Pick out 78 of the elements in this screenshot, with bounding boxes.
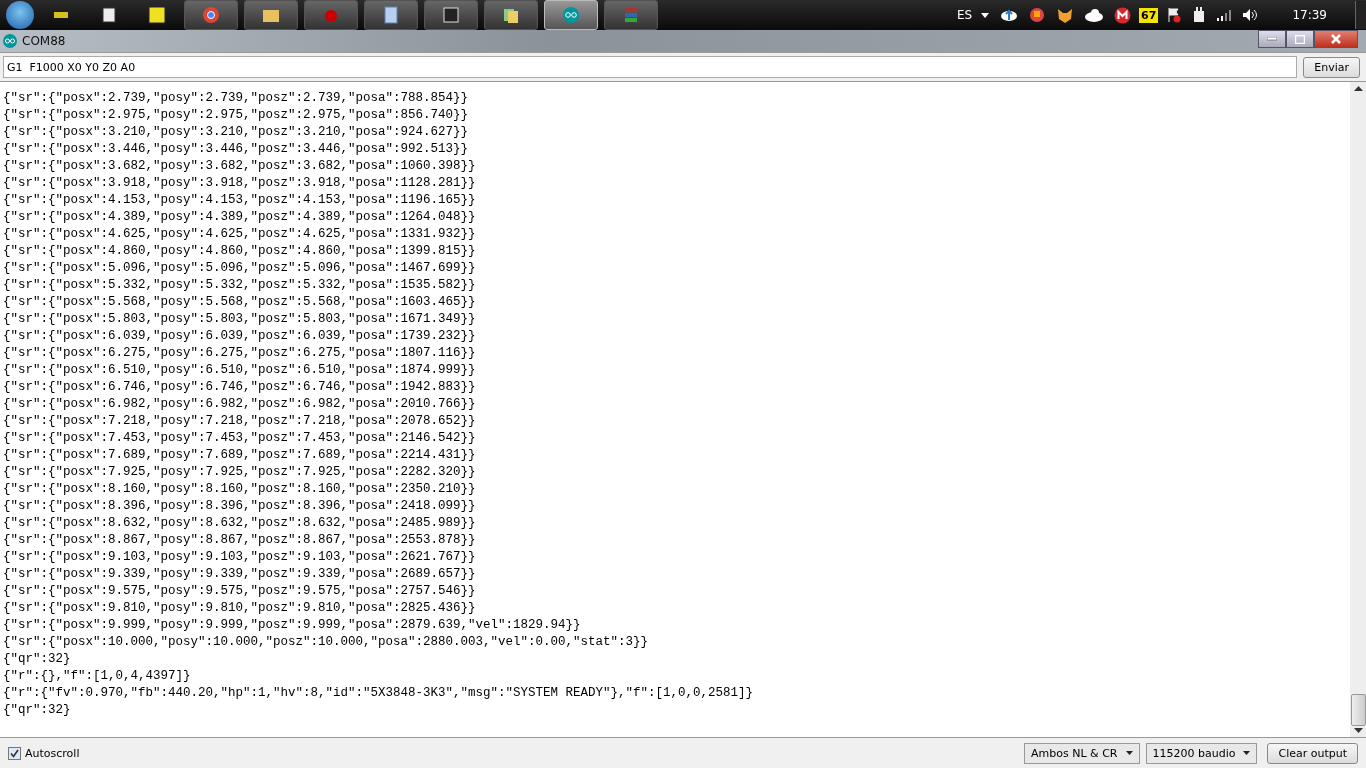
line-ending-dropdown[interactable]: Ambos NL & CR	[1024, 742, 1140, 764]
send-button[interactable]: Enviar	[1303, 56, 1360, 78]
window-title: COM88	[22, 34, 66, 48]
output-line: {"sr":{"posx":9.103,"posy":9.103,"posz":9.103,"posa":2621.767}}	[3, 549, 477, 566]
output-line: {"sr":{"posx":8.632,"posy":8.632,"posz":8.632,"posa":2485.989}}	[3, 515, 477, 532]
output-line: {"sr":{"posx":2.975,"posy":2.975,"posz":2.975,"posa":856.740}}	[3, 107, 470, 124]
output-line: {"sr":{"posx":5.803,"posy":5.803,"posz":5.803,"posa":1671.349}}	[3, 311, 477, 328]
taskbar-button[interactable]	[244, 0, 298, 30]
output-line: {"sr":{"posx":7.925,"posy":7.925,"posz":7.925,"posa":2282.320}}	[3, 464, 477, 481]
output-line: {"qr":32}	[3, 702, 72, 719]
output-line: {"sr":{"posx":4.153,"posy":4.153,"posz":4.153,"posa":1196.165}}	[3, 192, 477, 209]
document-icon	[381, 5, 401, 25]
cloud-icon[interactable]	[1084, 8, 1105, 22]
output-line: {"sr":{"posx":6.275,"posy":6.275,"posz":6.275,"posa":1807.116}}	[3, 345, 477, 362]
output-line: {"sr":{"posx":9.339,"posy":9.339,"posz":9.339,"posa":2689.657}}	[3, 566, 477, 583]
output-line: {"sr":{"posx":3.682,"posy":3.682,"posz":3.682,"posa":1060.398}}	[3, 158, 477, 175]
caret-icon	[1243, 751, 1251, 755]
close-button[interactable]	[1314, 30, 1358, 48]
output-line: {"sr":{"posx":9.810,"posy":9.810,"posz":9.810,"posa":2825.436}}	[3, 600, 477, 617]
notification-badge[interactable]: 67	[1139, 7, 1159, 23]
scroll-down-icon[interactable]	[1353, 728, 1363, 734]
power-plug-icon[interactable]	[1192, 7, 1207, 23]
output-line: {"sr":{"posx":7.689,"posy":7.689,"posz":7.689,"posa":2214.431}}	[3, 447, 477, 464]
infinity-icon	[2, 34, 18, 48]
output-line: {"sr":{"posx":8.396,"posy":8.396,"posz":8.396,"posa":2418.099}}	[3, 498, 477, 515]
command-input-field[interactable]: G1 F1000 X0 Y0 Z0 A0	[3, 56, 1298, 78]
browser-icon	[201, 5, 221, 25]
output-line: {"sr":{"posx":7.218,"posy":7.218,"posz":7.218,"posa":2078.652}}	[3, 413, 477, 430]
terminal-icon	[441, 5, 461, 25]
start-button[interactable]	[6, 1, 34, 29]
minimize-button[interactable]	[1258, 30, 1286, 48]
output-line: {"sr":{"posx":8.160,"posy":8.160,"posz":8.160,"posa":2350.210}}	[3, 481, 477, 498]
output-line: {"sr":{"posx":4.860,"posy":4.860,"posz":4.860,"posa":1399.815}}	[3, 243, 477, 260]
flag-error-icon[interactable]	[1166, 7, 1183, 23]
output-line: {"sr":{"posx":6.039,"posy":6.039,"posz":6.039,"posa":1739.232}}	[3, 328, 477, 345]
output-line: {"sr":{"posx":7.453,"posy":7.453,"posz":7.453,"posa":2146.542}}	[3, 430, 477, 447]
scroll-up-icon[interactable]	[1353, 85, 1363, 91]
minimize-icon	[1267, 37, 1277, 41]
taskbar-button[interactable]	[484, 0, 538, 30]
output-line: {"sr":{"posx":2.739,"posy":2.739,"posz":2.739,"posa":788.854}}	[3, 90, 470, 107]
infinity-icon	[561, 5, 581, 25]
output-line: {"sr":{"posx":9.575,"posy":9.575,"posz":9.575,"posa":2757.546}}	[3, 583, 477, 600]
dropdown-arrow-icon[interactable]	[980, 10, 991, 20]
maximize-button[interactable]	[1286, 30, 1314, 48]
output-line: {"r":{},"f":[1,0,4,4397]}	[3, 668, 192, 685]
autoscroll-checkbox[interactable]	[8, 746, 21, 760]
output-line: {"r":{"fv":0.970,"fb":440.20,"hp":1,"hv":8,"id":"5X3848-3K3","msg":"SYSTEM READY"},"f":[1,0,0,2581]}	[3, 685, 755, 702]
clock[interactable]: 17:39	[1292, 8, 1327, 22]
output-line: {"sr":{"posx":10.000,"posy":10.000,"posz":10.000,"posa":2880.003,"vel":0.00,"stat":3}}	[3, 634, 650, 651]
output-line: {"sr":{"posx":3.446,"posy":3.446,"posz":3.446,"posa":992.513}}	[3, 141, 470, 158]
language-indicator[interactable]: ES	[956, 8, 973, 22]
caret-icon	[1125, 751, 1133, 755]
output-line: {"sr":{"posx":3.210,"posy":3.210,"posz":3.210,"posa":924.627}}	[3, 124, 470, 141]
scroll-thumb[interactable]	[1350, 694, 1366, 726]
baud-rate-dropdown[interactable]: 115200 baudio	[1145, 742, 1258, 764]
taskbar-button[interactable]	[364, 0, 418, 30]
output-line: {"sr":{"posx":8.867,"posy":8.867,"posz":8.867,"posa":2553.878}}	[3, 532, 477, 549]
output-line: {"sr":{"posx":6.510,"posy":6.510,"posz":6.510,"posa":1874.999}}	[3, 362, 477, 379]
output-line: {"sr":{"posx":4.625,"posy":4.625,"posz":4.625,"posa":1331.932}}	[3, 226, 477, 243]
output-line: {"sr":{"posx":5.568,"posy":5.568,"posz":5.568,"posa":1603.465}}	[3, 294, 477, 311]
clear-output-button[interactable]: Clear output	[1267, 742, 1358, 764]
scrollbar[interactable]	[1350, 82, 1366, 737]
cloud-upload-icon[interactable]	[1000, 7, 1019, 23]
output-line: {"sr":{"posx":6.746,"posy":6.746,"posz":6.746,"posa":1942.883}}	[3, 379, 477, 396]
maximize-icon	[1295, 34, 1305, 44]
close-icon	[1330, 34, 1342, 44]
output-line: {"sr":{"posx":5.096,"posy":5.096,"posz":5.096,"posa":1467.699}}	[3, 260, 477, 277]
m-logo-icon[interactable]	[1114, 6, 1132, 24]
output-line: {"sr":{"posx":9.999,"posy":9.999,"posz":9.999,"posa":2879.639,"vel":1829.94}}	[3, 617, 582, 634]
speaker-icon[interactable]	[1242, 8, 1259, 22]
output-line: {"sr":{"posx":3.918,"posy":3.918,"posz":3.918,"posa":1128.281}}	[3, 175, 477, 192]
output-line: {"sr":{"posx":4.389,"posy":4.389,"posz":4.389,"posa":1264.048}}	[3, 209, 477, 226]
output-line: {"sr":{"posx":5.332,"posy":5.332,"posz":5.332,"posa":1535.582}}	[3, 277, 477, 294]
autoscroll-label: Autoscroll	[25, 746, 80, 760]
output-line: {"qr":32}	[3, 651, 72, 668]
signal-bars-icon[interactable]	[1216, 9, 1233, 21]
output-line: {"sr":{"posx":6.982,"posy":6.982,"posz":6.982,"posa":2010.766}}	[3, 396, 477, 413]
show-desktop-button[interactable]	[1355, 1, 1366, 29]
